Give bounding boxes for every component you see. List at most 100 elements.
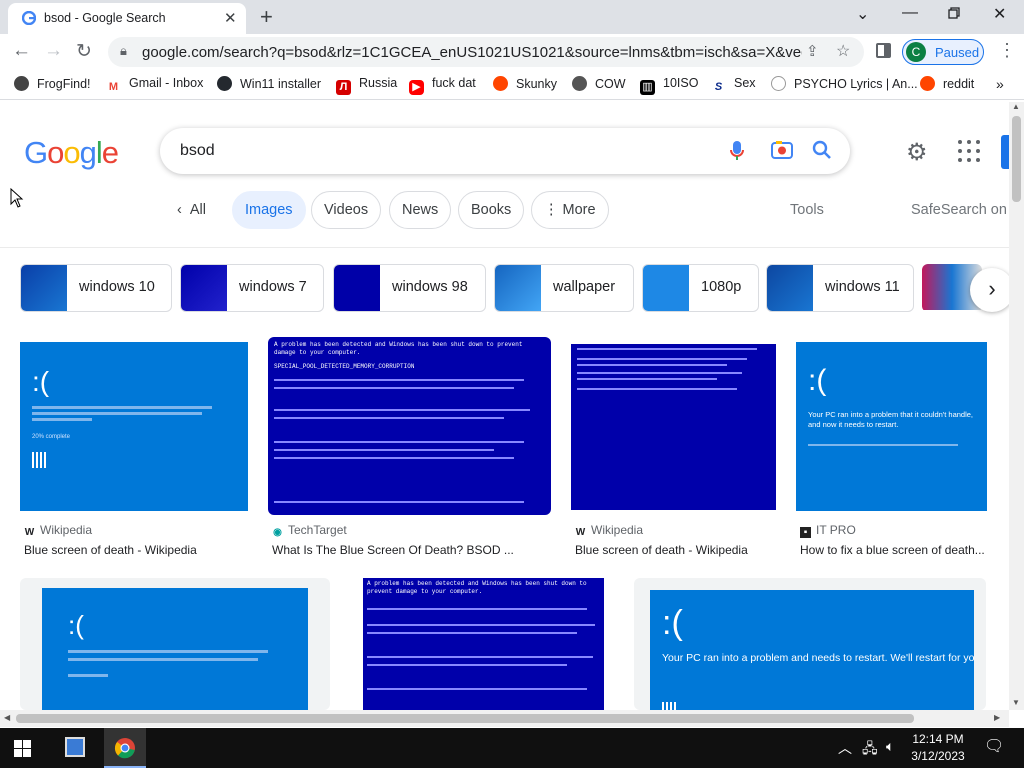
- related-chip[interactable]: 1080p: [642, 264, 759, 312]
- new-tab-icon[interactable]: +: [260, 4, 273, 30]
- image-app-icon[interactable]: [65, 737, 85, 757]
- tab-more[interactable]: ⋮ More: [531, 191, 609, 229]
- result-caption[interactable]: What Is The Blue Screen Of Death? BSOD .…: [272, 543, 552, 557]
- tab-all[interactable]: ‹ All: [164, 191, 220, 229]
- search-input[interactable]: [180, 142, 680, 160]
- back-icon[interactable]: ←: [12, 40, 31, 62]
- url-text[interactable]: google.com/search?q=bsod&rlz=1C1GCEA_enU…: [142, 44, 802, 61]
- result-image: :(: [42, 588, 308, 710]
- divider: [0, 247, 1009, 248]
- related-chip[interactable]: windows 10: [20, 264, 172, 312]
- scroll-up-icon[interactable]: ▲: [1012, 102, 1020, 111]
- result-source[interactable]: ◉ TechTarget: [272, 523, 347, 538]
- tab-title: bsod - Google Search: [44, 11, 166, 25]
- menu-kebab-icon[interactable]: ⋮: [998, 40, 1016, 61]
- result-source[interactable]: W Wikipedia: [575, 523, 643, 538]
- text-line: [274, 457, 514, 459]
- horizontal-scrollbar[interactable]: ◀ ▶: [0, 710, 1009, 727]
- notifications-icon[interactable]: 🗨︎: [984, 736, 1004, 756]
- forward-icon[interactable]: →: [44, 40, 63, 62]
- related-chip[interactable]: windows 98: [333, 264, 486, 312]
- qr-code: [662, 702, 676, 710]
- result-image[interactable]: :( Your PC ran into a problem that it co…: [796, 342, 987, 511]
- result-card[interactable]: :( Your PC ran into a problem and needs …: [634, 578, 986, 710]
- bookmark-label: fuck dat: [432, 76, 476, 90]
- horizontal-scroll-thumb[interactable]: [16, 714, 914, 723]
- windows-start-icon[interactable]: [14, 740, 31, 762]
- result-image[interactable]: :( 20% complete: [20, 342, 248, 511]
- result-image[interactable]: A problem has been detected and Windows …: [363, 578, 604, 710]
- restore-icon[interactable]: [948, 6, 960, 24]
- volume-icon[interactable]: 🔈︎: [886, 738, 894, 755]
- camera-lens-icon[interactable]: [771, 140, 793, 166]
- tab-close-icon[interactable]: ✕: [224, 9, 237, 27]
- chevron-right-icon[interactable]: ›: [970, 268, 1014, 312]
- related-chip[interactable]: wallpaper: [494, 264, 634, 312]
- bookmark-fuckdat[interactable]: ▶ fuck dat: [409, 76, 476, 95]
- side-panel-icon[interactable]: [876, 43, 891, 58]
- bookmark-cow[interactable]: COW: [572, 76, 626, 91]
- result-source[interactable]: W Wikipedia: [24, 523, 92, 538]
- bookmarks-overflow-icon[interactable]: »: [996, 76, 1004, 92]
- reload-icon[interactable]: ↻: [76, 40, 92, 63]
- scroll-left-icon[interactable]: ◀: [4, 713, 10, 722]
- tab-news[interactable]: News: [389, 191, 452, 229]
- bookmark-gmail[interactable]: M Gmail - Inbox: [106, 76, 203, 95]
- search-icon[interactable]: [812, 140, 832, 166]
- bookmark-skunky[interactable]: Skunky: [493, 76, 557, 91]
- chevron-up-icon[interactable]: ︿: [838, 738, 852, 758]
- tab-label: Images: [245, 202, 293, 218]
- text-line: [577, 378, 717, 380]
- result-image[interactable]: A problem has been detected and Windows …: [268, 337, 551, 515]
- text-line: [274, 387, 514, 389]
- tools-button[interactable]: Tools: [790, 202, 824, 218]
- tab-videos[interactable]: Videos: [311, 191, 382, 229]
- bookmark-frogfind[interactable]: FrogFind!: [14, 76, 91, 91]
- bookmark-reddit[interactable]: reddit: [920, 76, 974, 91]
- active-tab[interactable]: bsod - Google Search ✕: [8, 3, 246, 34]
- result-caption[interactable]: Blue screen of death - Wikipedia: [24, 543, 248, 557]
- chrome-taskbar-button[interactable]: [104, 728, 146, 768]
- close-window-icon[interactable]: ✕: [993, 4, 1006, 24]
- network-icon[interactable]: 🖧︎: [862, 738, 878, 762]
- bookmark-10iso[interactable]: ▥ 10ISO: [640, 76, 698, 95]
- clock[interactable]: 12:14 PM 3/12/2023: [908, 731, 968, 765]
- profile-paused-button[interactable]: C Paused: [902, 39, 984, 65]
- result-source[interactable]: ▪ IT PRO: [800, 523, 856, 538]
- text-line: [577, 364, 727, 366]
- tab-books[interactable]: Books: [458, 191, 525, 229]
- old-bsod-code: SPECIAL_POOL_DETECTED_MEMORY_CORRUPTION: [274, 363, 415, 370]
- result-image[interactable]: [571, 344, 776, 510]
- tab-label: All: [189, 202, 207, 218]
- vertical-scrollbar[interactable]: ▲ ▼: [1009, 102, 1024, 710]
- microphone-icon[interactable]: [729, 140, 745, 168]
- youtube-icon: ▶: [409, 80, 424, 95]
- clock-date: 3/12/2023: [911, 749, 965, 763]
- result-caption[interactable]: Blue screen of death - Wikipedia: [575, 543, 775, 557]
- mouse-cursor-icon: [10, 188, 24, 208]
- minimize-icon[interactable]: —: [902, 4, 918, 22]
- result-card[interactable]: :(: [20, 578, 330, 710]
- gear-icon[interactable]: ⚙: [906, 138, 928, 167]
- bookmark-win11[interactable]: Win11 installer: [217, 76, 321, 91]
- tab-search-chevron-icon[interactable]: ⌄: [856, 4, 869, 24]
- share-icon[interactable]: ⇪: [806, 42, 819, 60]
- bookmark-star-icon[interactable]: ☆: [836, 41, 850, 61]
- result-image: :( Your PC ran into a problem and needs …: [650, 590, 974, 710]
- safesearch-button[interactable]: SafeSearch on: [911, 202, 1007, 218]
- result-caption[interactable]: How to fix a blue screen of death...: [800, 543, 986, 557]
- text-line: [274, 441, 524, 443]
- bookmark-psycho[interactable]: PSYCHO Lyrics | An...: [771, 76, 918, 91]
- tab-images[interactable]: Images: [232, 191, 306, 229]
- vertical-scroll-thumb[interactable]: [1012, 116, 1021, 202]
- sign-in-button[interactable]: [1001, 135, 1009, 169]
- google-apps-icon[interactable]: [958, 140, 980, 162]
- google-logo[interactable]: Google: [24, 135, 119, 171]
- scroll-down-icon[interactable]: ▼: [1012, 698, 1020, 707]
- bookmark-russia[interactable]: Л Russia: [336, 76, 397, 95]
- scroll-right-icon[interactable]: ▶: [994, 713, 1000, 722]
- bookmark-sex[interactable]: S Sex: [711, 76, 756, 95]
- related-chip[interactable]: windows 11: [766, 264, 914, 312]
- related-chip[interactable]: windows 7: [180, 264, 324, 312]
- address-bar[interactable]: 🔒︎ google.com/search?q=bsod&rlz=1C1GCEA_…: [108, 37, 864, 67]
